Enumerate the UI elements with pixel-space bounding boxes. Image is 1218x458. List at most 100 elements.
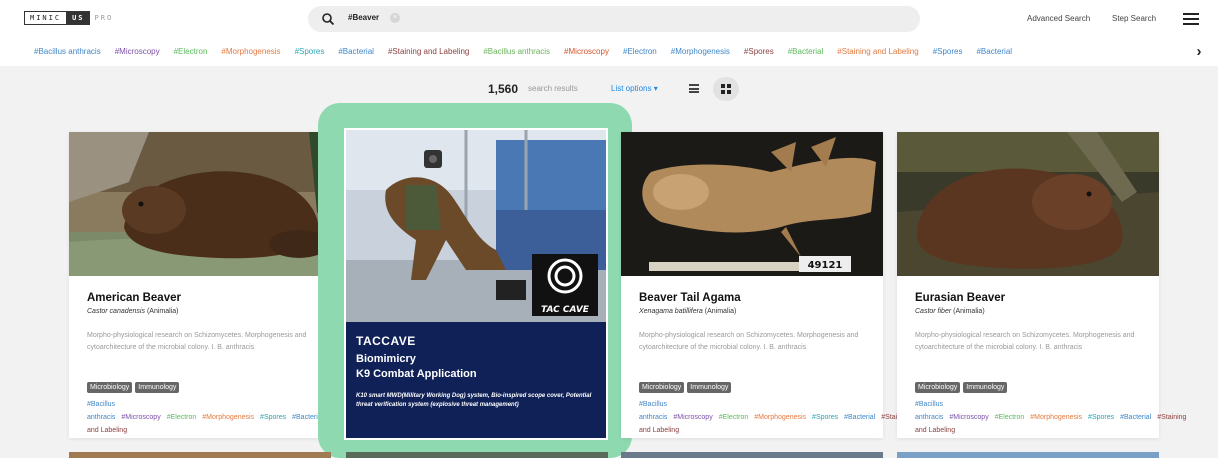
tag-chip[interactable]: #Staining and Labeling: [837, 47, 918, 56]
card-tag[interactable]: #Bacillus anthracis: [915, 401, 943, 421]
card-badges: Microbiology Immunology: [87, 376, 182, 394]
search-icon[interactable]: [320, 11, 336, 27]
card-tag[interactable]: #Spores: [1088, 414, 1114, 421]
badge-microbiology[interactable]: Microbiology: [639, 382, 685, 393]
hamburger-menu-icon[interactable]: [1183, 13, 1199, 25]
card-image: [69, 132, 331, 276]
grid-view-icon[interactable]: [713, 77, 739, 101]
card-tag[interactable]: #Spores: [812, 414, 838, 421]
card-badges: Microbiology Immunology: [915, 376, 1010, 394]
card-tag[interactable]: #Morphogenesis: [754, 414, 806, 421]
result-card[interactable]: 49121 Beaver Tail Agama Xenagama batilli…: [621, 132, 910, 438]
list-view-icon[interactable]: [689, 84, 699, 93]
card-title[interactable]: Beaver Tail Agama: [639, 292, 741, 304]
card-image: [897, 132, 1159, 276]
card-tag[interactable]: #Spores: [260, 414, 286, 421]
search-query-chip[interactable]: #Beaver: [348, 13, 379, 22]
card-tag[interactable]: #Electron: [719, 414, 749, 421]
card-tag[interactable]: #Microscopy: [949, 414, 988, 421]
search-bar[interactable]: #Beaver ×: [308, 6, 920, 32]
card-description: Morpho-physiological research on Schizom…: [87, 332, 307, 351]
featured-panel: TACCAVE Biomimicry K9 Combat Application…: [346, 322, 606, 438]
tag-chip[interactable]: #Electron: [174, 47, 208, 56]
tag-chip[interactable]: #Microscopy: [564, 47, 609, 56]
card-tag[interactable]: #Microscopy: [673, 414, 712, 421]
tag-chip[interactable]: #Bacterial: [338, 47, 374, 56]
card-tag[interactable]: #Morphogenesis: [202, 414, 254, 421]
tag-chip[interactable]: #Bacillus anthracis: [34, 47, 101, 56]
badge-microbiology[interactable]: Microbiology: [87, 382, 133, 393]
featured-image: TAC CAVE: [346, 130, 606, 322]
card-description: Morpho-physiological research on Schizom…: [915, 332, 1135, 351]
scientific-name: Castor fiber: [915, 308, 952, 315]
scientific-name: Castor canadensis: [87, 308, 145, 315]
result-card[interactable]: Eurasian Beaver Castor fiber (Animalia) …: [897, 132, 1186, 438]
card-image: 49121: [621, 132, 883, 276]
tag-chip[interactable]: #Staining and Labeling: [388, 47, 469, 56]
card-scientific-name: Castor canadensis (Animalia): [87, 308, 178, 315]
step-search-link[interactable]: Step Search: [1112, 14, 1156, 23]
badge-immunology[interactable]: Immunology: [135, 382, 180, 393]
logo-part-3: PRO: [94, 14, 114, 22]
tag-chip[interactable]: #Microscopy: [115, 47, 160, 56]
results-toolbar: 1,560 search results List options ▾: [0, 72, 1218, 106]
tag-chip[interactable]: #Bacillus anthracis: [483, 47, 550, 56]
badge-immunology[interactable]: Immunology: [687, 382, 732, 393]
card-tag[interactable]: #Bacillus anthracis: [87, 401, 115, 421]
card-tag[interactable]: #Bacillus anthracis: [639, 401, 667, 421]
card-badges: Microbiology Immunology: [639, 376, 734, 394]
next-row-card-peek: [621, 452, 883, 458]
logo[interactable]: MINIC US PRO: [24, 11, 113, 25]
tag-bar: #Bacillus anthracis #Microscopy #Electron #…: [0, 40, 1218, 66]
card-description: Morpho-physiological research on Schizom…: [639, 332, 859, 351]
tag-list: #Bacillus anthracis #Microscopy #Electron #…: [34, 47, 1026, 56]
advanced-search-link[interactable]: Advanced Search: [1027, 14, 1090, 23]
list-options-dropdown[interactable]: List options ▾: [611, 84, 658, 93]
featured-description: K10 smart MWD(Military Working Dog) syst…: [356, 393, 592, 408]
card-tag[interactable]: #Morphogenesis: [1030, 414, 1082, 421]
featured-heading-line-2: K9 Combat Application: [356, 368, 477, 380]
featured-heading-line-1: Biomimicry: [356, 353, 416, 365]
tac-cave-logo-text: TAC CAVE: [541, 305, 590, 315]
card-tag[interactable]: #Microscopy: [121, 414, 160, 421]
top-bar: MINIC US PRO #Beaver × Advanced Search S…: [0, 0, 1218, 40]
result-count: 1,560: [488, 82, 519, 96]
next-row-card-peek: [346, 452, 608, 458]
tag-chip[interactable]: #Bacterial: [788, 47, 824, 56]
card-title[interactable]: Eurasian Beaver: [915, 292, 1005, 304]
tag-chip[interactable]: #Electron: [623, 47, 657, 56]
card-tag[interactable]: #Electron: [167, 414, 197, 421]
card-scientific-name: Castor fiber (Animalia): [915, 308, 985, 315]
badge-microbiology[interactable]: Microbiology: [915, 382, 961, 393]
card-tag[interactable]: #Bacterial: [844, 414, 875, 421]
kingdom: (Animalia): [953, 308, 985, 315]
chevron-right-icon[interactable]: ›: [1180, 43, 1218, 63]
next-row-card-peek: [69, 452, 331, 458]
card-tags: #Bacillus anthracis #Microscopy #Electron #…: [915, 398, 1186, 437]
tag-chip[interactable]: #Spores: [933, 47, 963, 56]
tag-chip[interactable]: #Spores: [744, 47, 774, 56]
card-tags: #Bacillus anthracis #Microscopy #Electron #…: [87, 398, 358, 437]
kingdom: (Animalia): [146, 308, 179, 315]
featured-heading[interactable]: Biomimicry K9 Combat Application: [356, 352, 596, 382]
result-count-label: search results: [528, 84, 578, 93]
card-scientific-name: Xenagama batillifera (Animalia): [639, 308, 736, 315]
tag-chip[interactable]: #Bacterial: [976, 47, 1012, 56]
result-card[interactable]: American Beaver Castor canadensis (Anima…: [69, 132, 358, 438]
next-row-card-peek: [897, 452, 1159, 458]
tag-chip[interactable]: #Morphogenesis: [221, 47, 280, 56]
card-tags: #Bacillus anthracis #Microscopy #Electron #…: [639, 398, 910, 437]
card-title[interactable]: American Beaver: [87, 292, 181, 304]
scientific-name: Xenagama batillifera: [639, 308, 703, 315]
tag-chip[interactable]: #Spores: [295, 47, 325, 56]
card-tag[interactable]: #Electron: [995, 414, 1025, 421]
card-tag[interactable]: #Bacterial: [1120, 414, 1151, 421]
clear-icon[interactable]: ×: [390, 13, 400, 23]
featured-card[interactable]: TAC CAVE TACCAVE Biomimicry K9 Combat Ap…: [344, 128, 608, 440]
badge-immunology[interactable]: Immunology: [963, 382, 1008, 393]
tag-chip[interactable]: #Morphogenesis: [671, 47, 730, 56]
specimen-number: 49121: [808, 260, 843, 271]
kingdom: (Animalia): [704, 308, 737, 315]
logo-part-1: MINIC: [24, 11, 68, 25]
logo-part-2: US: [67, 11, 90, 25]
